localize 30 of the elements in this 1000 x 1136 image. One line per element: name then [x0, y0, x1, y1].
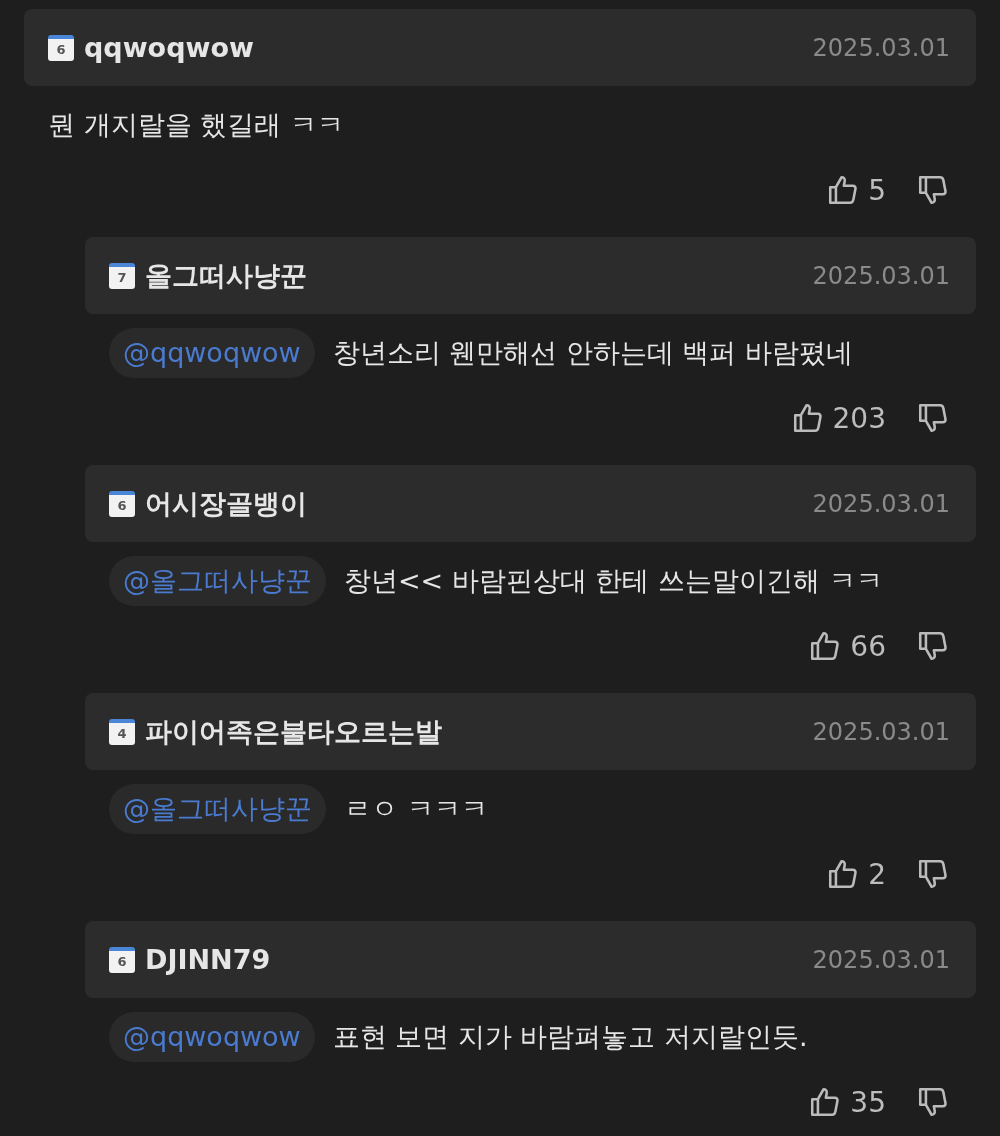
comment-text: 표현 보면 지가 바람펴놓고 저지랄인듯. [332, 1020, 808, 1054]
level-badge: 6 [109, 490, 135, 517]
thumbs-down-icon[interactable] [916, 1085, 950, 1119]
thumbs-down-icon[interactable] [916, 401, 950, 435]
username[interactable]: 파이어족은불타오르는발 [145, 713, 442, 750]
thumbs-down-icon[interactable] [916, 629, 950, 663]
username[interactable]: DJINN79 [145, 944, 271, 975]
comment-date: 2025.03.01 [812, 489, 950, 518]
thumbs-down-icon[interactable] [916, 857, 950, 891]
username[interactable]: 어시장골뱅이 [145, 485, 307, 522]
comment-date: 2025.03.01 [812, 261, 950, 290]
like-count: 2 [868, 857, 886, 891]
comment-text: 뭔 개지랄을 했길래 ㅋㅋ [48, 108, 344, 142]
level-badge: 7 [109, 262, 135, 289]
like-count: 35 [850, 1085, 886, 1119]
level-badge: 4 [109, 718, 135, 745]
comment-text: 창년<< 바람핀상대 한테 쓰는말이긴해 ㅋㅋ [344, 564, 883, 598]
comment-text: 창년소리 웬만해선 안하는데 백퍼 바람폈네 [332, 336, 854, 370]
level-badge: 6 [48, 34, 74, 61]
comment-date: 2025.03.01 [812, 717, 950, 746]
username[interactable]: 올그떠사냥꾼 [145, 257, 307, 294]
level-badge: 6 [109, 946, 135, 973]
thumbs-down-icon[interactable] [916, 173, 950, 207]
username[interactable]: qqwoqwow [84, 32, 254, 63]
comment-date: 2025.03.01 [812, 33, 950, 62]
like-count: 203 [832, 401, 886, 435]
comment-date: 2025.03.01 [812, 945, 950, 974]
like-count: 5 [868, 173, 886, 207]
like-count: 66 [850, 629, 886, 663]
comment-text: ㄹㅇ ㅋㅋㅋ [344, 792, 488, 826]
